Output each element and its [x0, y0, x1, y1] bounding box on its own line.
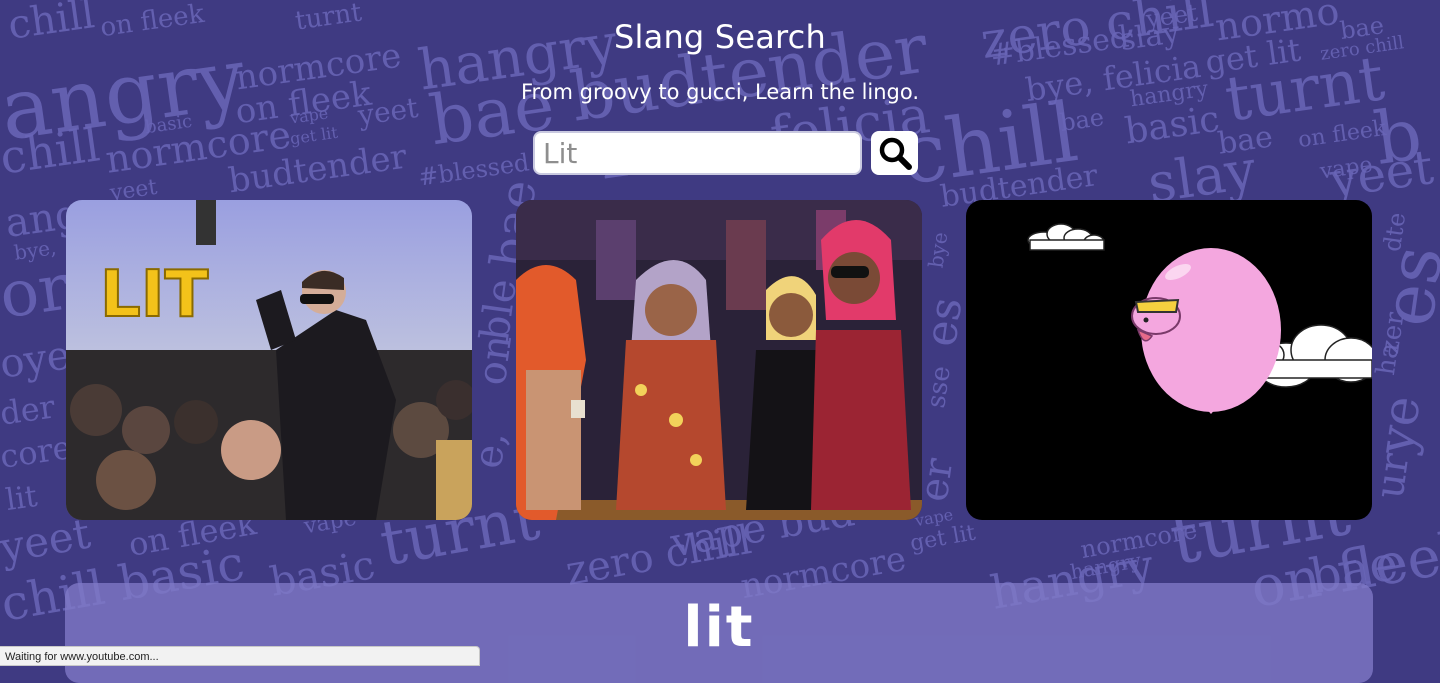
gif-party-wigs[interactable]	[516, 200, 922, 520]
bg-word: yeet	[0, 508, 94, 573]
search-icon	[878, 136, 912, 170]
gif-lit-concert[interactable]: LIT	[66, 200, 472, 520]
bg-word: b	[1369, 91, 1427, 181]
bg-word: bye	[923, 230, 953, 270]
search-input[interactable]	[533, 131, 862, 175]
page-subtitle: From groovy to gucci, Learn the lingo.	[520, 80, 920, 104]
gif-balloon-cartoon-image	[966, 200, 1372, 520]
gif-lit-concert-image: LIT	[66, 200, 472, 520]
bg-word: vape	[288, 103, 330, 128]
gif-lit-caption: LIT	[100, 258, 209, 332]
bg-word: on	[468, 332, 522, 388]
bg-word: ye	[1366, 392, 1432, 458]
gif-balloon-cartoon[interactable]	[966, 200, 1372, 520]
bg-word: core	[0, 428, 74, 476]
search-button[interactable]	[871, 131, 918, 175]
page-title: Slang Search	[614, 18, 826, 56]
bg-word: es	[915, 294, 973, 350]
bg-word: ur	[1366, 450, 1419, 502]
bg-word: lit	[3, 479, 40, 519]
bg-word: der	[0, 387, 58, 433]
gif-party-wigs-image	[516, 200, 922, 520]
bg-word: oye	[0, 332, 74, 388]
bg-word: get lit	[288, 122, 339, 149]
bg-word: ha	[1371, 340, 1406, 378]
bg-word: or	[0, 250, 74, 334]
search-bar	[533, 131, 918, 175]
bg-word: chill	[0, 117, 103, 185]
bg-word: e,	[464, 428, 516, 472]
browser-status-bar: Waiting for www.youtube.com...	[0, 646, 480, 666]
definition-card: lit	[65, 583, 1373, 683]
bg-word: sse	[921, 364, 957, 410]
